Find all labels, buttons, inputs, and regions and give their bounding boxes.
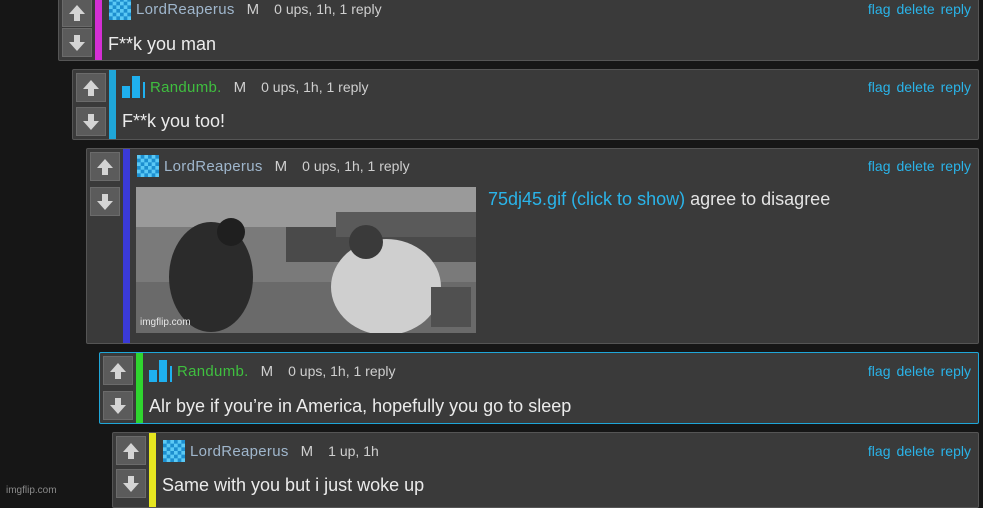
username-link[interactable]: Randumb. (177, 363, 249, 380)
gender-label: M (300, 442, 314, 460)
flag-link[interactable]: flag (868, 363, 891, 379)
downvote-button[interactable] (90, 187, 120, 216)
gif-still-image (136, 187, 476, 333)
delete-link[interactable]: delete (896, 363, 934, 379)
flag-link[interactable]: flag (868, 1, 891, 17)
arrow-down-icon (95, 192, 115, 212)
comment-header: Randumb. M 0 ups, 1h, 1 reply (122, 73, 978, 101)
comment-header: LordReaperus M 0 ups, 1h, 1 reply (136, 152, 978, 180)
upvote-button[interactable] (76, 73, 106, 102)
gender-label: M (260, 362, 274, 380)
comment-meta: 1 up, 1h (328, 443, 379, 459)
comment-3: LordReaperus M 0 ups, 1h, 1 reply flag d… (86, 148, 979, 344)
comment-actions: flag delete reply (868, 437, 971, 465)
delete-link[interactable]: delete (896, 158, 934, 174)
downvote-button[interactable] (116, 469, 146, 498)
comment-body: LordReaperus M 1 up, 1h flag delete repl… (162, 433, 978, 507)
comment-meta: 0 ups, 1h, 1 reply (302, 158, 410, 174)
comment-meta: 0 ups, 1h, 1 reply (288, 363, 396, 379)
comment-body: Randumb. M 0 ups, 1h, 1 reply flag delet… (149, 353, 978, 423)
upvote-button[interactable] (62, 0, 92, 27)
comment-header: LordReaperus M 0 ups, 1h, 1 reply (108, 0, 978, 23)
imgflip-watermark: imgflip.com (6, 485, 57, 496)
vote-controls (73, 70, 107, 139)
arrow-up-icon (108, 361, 128, 381)
comment-4: Randumb. M 0 ups, 1h, 1 reply flag delet… (99, 352, 979, 424)
gender-label: M (246, 0, 260, 18)
delete-link[interactable]: delete (896, 443, 934, 459)
comment-text: F**k you man (108, 34, 217, 54)
upvote-button[interactable] (103, 356, 133, 385)
checker-avatar-icon[interactable] (108, 0, 132, 20)
comment-5: LordReaperus M 1 up, 1h flag delete repl… (112, 432, 979, 508)
upvote-button[interactable] (116, 436, 146, 465)
reply-link[interactable]: reply (941, 363, 971, 379)
upvote-button[interactable] (90, 152, 120, 181)
delete-link[interactable]: delete (896, 79, 934, 95)
arrow-up-icon (121, 441, 141, 461)
comment-body: LordReaperus M 0 ups, 1h, 1 reply flag d… (136, 149, 978, 343)
username-link[interactable]: Randumb. (150, 79, 222, 96)
thread-depth-bar (95, 0, 102, 60)
gif-line: 75dj45.gif (click to show) agree to disa… (488, 189, 830, 210)
reply-link[interactable]: reply (941, 79, 971, 95)
comment-text: F**k you too! (122, 111, 226, 131)
username-link[interactable]: LordReaperus (136, 1, 235, 18)
thread-depth-bar (109, 70, 116, 139)
comment-meta: 0 ups, 1h, 1 reply (261, 79, 369, 95)
comment-body: LordReaperus M 0 ups, 1h, 1 reply flag d… (108, 0, 978, 60)
flag-link[interactable]: flag (868, 79, 891, 95)
arrow-down-icon (67, 33, 87, 53)
comment-header: LordReaperus M 1 up, 1h (162, 437, 978, 465)
comment-body: Randumb. M 0 ups, 1h, 1 reply flag delet… (122, 70, 978, 139)
gif-thumbnail[interactable]: imgflip.com (136, 187, 476, 333)
flag-link[interactable]: flag (868, 443, 891, 459)
gif-caption: agree to disagree (690, 189, 831, 209)
reply-link[interactable]: reply (941, 1, 971, 17)
comment-actions: flag delete reply (868, 357, 971, 385)
bars-avatar-icon[interactable] (149, 360, 173, 382)
username-link[interactable]: LordReaperus (164, 158, 263, 175)
arrow-down-icon (121, 474, 141, 494)
username-link[interactable]: LordReaperus (190, 443, 289, 460)
vote-controls (59, 0, 93, 60)
arrow-up-icon (67, 3, 87, 23)
gender-label: M (233, 78, 247, 96)
reply-link[interactable]: reply (941, 443, 971, 459)
downvote-button[interactable] (103, 391, 133, 420)
comment-actions: flag delete reply (868, 0, 971, 23)
vote-controls (100, 353, 134, 423)
vote-controls (113, 433, 147, 501)
comment-2: Randumb. M 0 ups, 1h, 1 reply flag delet… (72, 69, 979, 140)
thread-depth-bar (136, 353, 143, 423)
downvote-button[interactable] (62, 28, 92, 57)
gif-watermark: imgflip.com (140, 317, 191, 328)
comment-actions: flag delete reply (868, 152, 971, 180)
flag-link[interactable]: flag (868, 158, 891, 174)
thread-depth-bar (123, 149, 130, 343)
comment-actions: flag delete reply (868, 73, 971, 101)
vote-controls (87, 149, 121, 219)
arrow-down-icon (108, 396, 128, 416)
delete-link[interactable]: delete (896, 1, 934, 17)
comment-header: Randumb. M 0 ups, 1h, 1 reply (149, 357, 978, 385)
reply-link[interactable]: reply (941, 158, 971, 174)
comment-text: Same with you but i just woke up (162, 475, 425, 495)
arrow-up-icon (95, 157, 115, 177)
bars-avatar-icon[interactable] (122, 76, 146, 98)
arrow-up-icon (81, 78, 101, 98)
arrow-down-icon (81, 112, 101, 132)
checker-avatar-icon[interactable] (162, 440, 186, 462)
comment-1: LordReaperus M 0 ups, 1h, 1 reply flag d… (58, 0, 979, 61)
checker-avatar-icon[interactable] (136, 155, 160, 177)
thread-depth-bar (149, 433, 156, 507)
downvote-button[interactable] (76, 107, 106, 136)
gif-link[interactable]: 75dj45.gif (click to show) (488, 189, 685, 209)
comment-meta: 0 ups, 1h, 1 reply (274, 1, 382, 17)
comment-text: Alr bye if you’re in America, hopefully … (149, 396, 572, 416)
gender-label: M (274, 157, 288, 175)
